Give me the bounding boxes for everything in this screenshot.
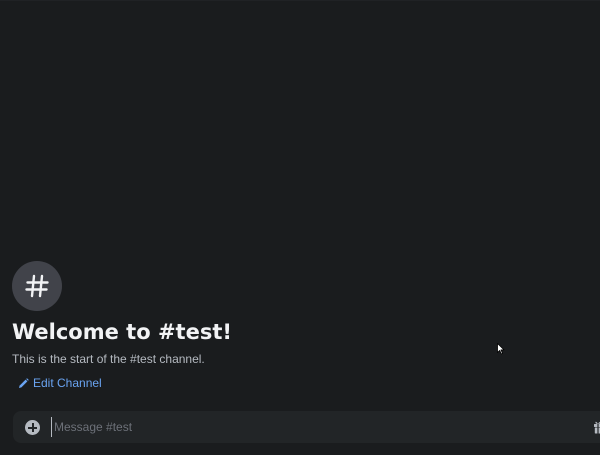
hashtag-icon	[12, 261, 62, 311]
welcome-description: This is the start of the #test channel.	[12, 352, 205, 366]
edit-channel-label: Edit Channel	[33, 376, 102, 390]
mouse-cursor-icon	[497, 340, 505, 355]
pencil-icon	[18, 374, 29, 393]
message-composer	[13, 411, 600, 443]
top-divider	[0, 0, 600, 1]
plus-circle-icon[interactable]	[25, 420, 40, 435]
gift-icon[interactable]	[592, 419, 600, 435]
channel-welcome: Welcome to #test! This is the start of t…	[12, 261, 572, 367]
channel-view: Welcome to #test! This is the start of t…	[0, 0, 600, 455]
message-input[interactable]	[51, 417, 554, 437]
edit-channel-button[interactable]: Edit Channel	[18, 375, 102, 391]
welcome-title: Welcome to #test!	[12, 320, 232, 344]
